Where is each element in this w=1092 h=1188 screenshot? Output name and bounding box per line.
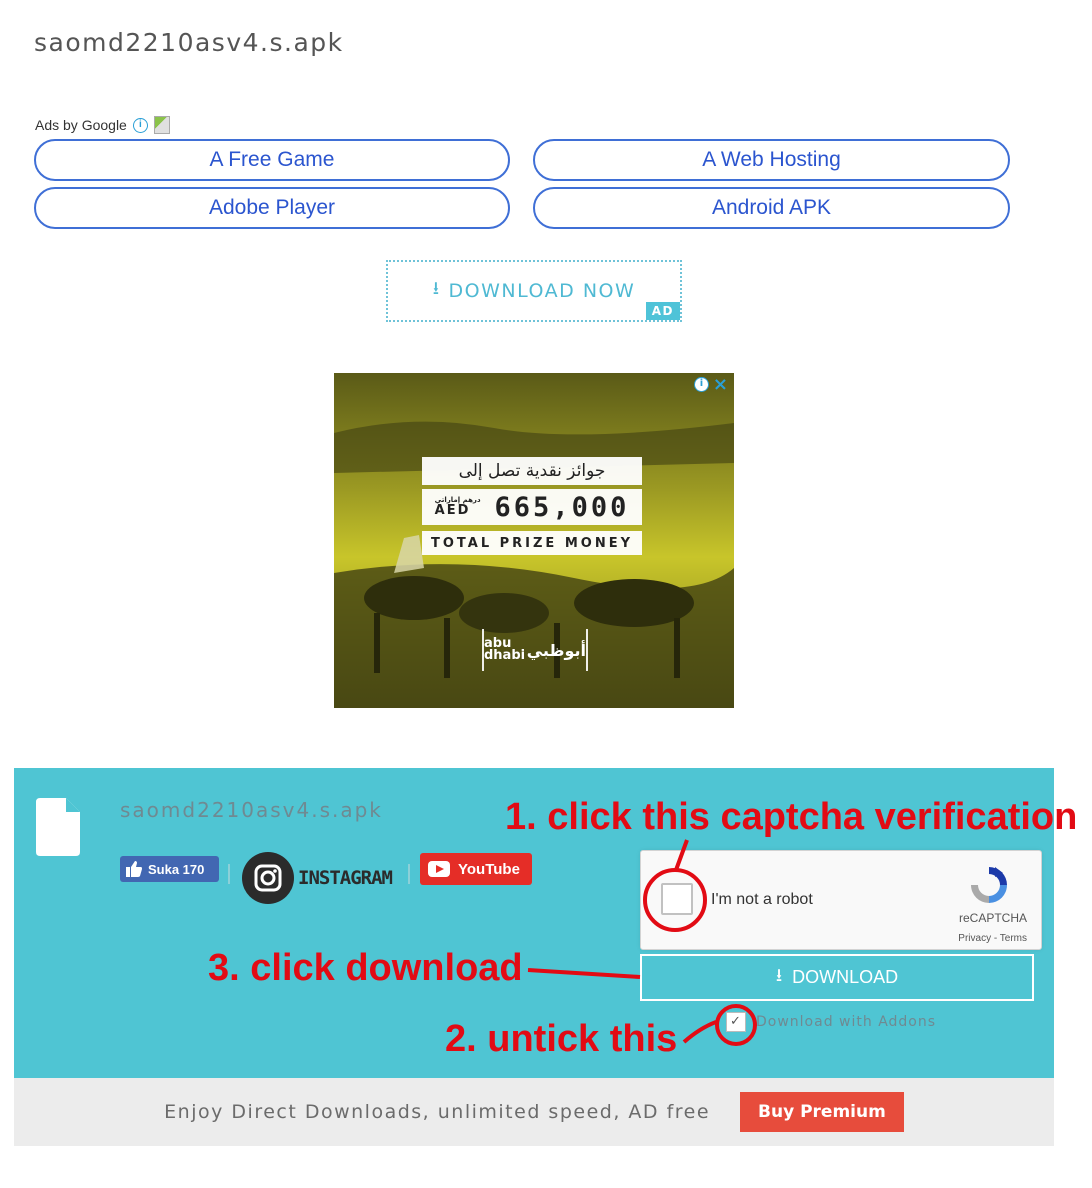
captcha-checkbox[interactable] xyxy=(661,883,693,915)
download-with-addons: ✓ Download with Addons xyxy=(726,1012,936,1032)
ad-link-free-game[interactable]: A Free Game xyxy=(34,139,510,181)
addons-label: Download with Addons xyxy=(756,1014,937,1030)
recaptcha-widget: I'm not a robot reCAPTCHA Privacy - Term… xyxy=(640,850,1042,950)
ad-link-adobe-player[interactable]: Adobe Player xyxy=(34,187,510,229)
captcha-label: I'm not a robot xyxy=(711,891,813,908)
abu-dhabi-logo: abu dhabi أبوظبي xyxy=(482,629,588,671)
ad-badge: AD xyxy=(645,302,680,320)
close-icon[interactable]: × xyxy=(713,376,728,394)
ad-link-web-hosting[interactable]: A Web Hosting xyxy=(533,139,1010,181)
instagram-icon xyxy=(242,852,294,904)
ad-info-icon[interactable]: i xyxy=(693,377,709,392)
panel-filename: saomd2210asv4.s.apk xyxy=(120,798,383,822)
thumbs-up-icon xyxy=(126,861,142,877)
annotation-step-2: 2. untick this xyxy=(445,1018,678,1060)
facebook-like-label: Suka 170 xyxy=(148,861,205,877)
brand-arabic: أبوظبي xyxy=(526,640,586,660)
recaptcha-logo-icon xyxy=(971,867,1007,903)
divider xyxy=(408,864,410,884)
currency-code: AED xyxy=(434,503,471,518)
addons-checkbox[interactable]: ✓ xyxy=(726,1012,746,1032)
youtube-label: YouTube xyxy=(458,860,520,878)
ad-info-icon[interactable]: i xyxy=(132,117,148,133)
divider xyxy=(228,864,230,884)
download-now-ad-button[interactable]: ⭳ DOWNLOAD NOW AD xyxy=(386,260,682,322)
file-icon xyxy=(36,798,80,856)
ad-choices[interactable]: i × xyxy=(693,376,728,394)
banner-ad[interactable]: i × جوائز نقدية تصل إلى درهم إماراتي AED… xyxy=(334,373,734,708)
buy-premium-button[interactable]: Buy Premium xyxy=(740,1092,904,1132)
total-prize-label: TOTAL PRIZE MONEY xyxy=(422,531,642,555)
page-title: saomd2210asv4.s.apk xyxy=(34,28,344,57)
brand-english: abu dhabi xyxy=(484,636,526,663)
download-arrow-icon: ⭳ xyxy=(432,278,441,299)
facebook-like-button[interactable]: Suka 170 xyxy=(120,856,219,882)
ads-label-text: Ads by Google xyxy=(35,117,127,133)
youtube-link[interactable]: YouTube xyxy=(420,853,532,885)
instagram-link[interactable]: INSTAGRAM xyxy=(242,852,400,904)
ad-link-android-apk[interactable]: Android APK xyxy=(533,187,1010,229)
instagram-label: INSTAGRAM xyxy=(298,867,393,889)
prize-amount: 665,000 xyxy=(494,491,630,523)
recaptcha-brand: reCAPTCHA xyxy=(958,911,1027,925)
currency-block: درهم إماراتي AED xyxy=(434,497,481,518)
annotation-step-1: 1. click this captcha verification xyxy=(505,796,1078,838)
annotation-step-3: 3. click download xyxy=(208,947,523,989)
download-now-label: DOWNLOAD NOW xyxy=(448,280,636,302)
prize-headline-arabic: جوائز نقدية تصل إلى xyxy=(422,457,642,485)
premium-bar: Enjoy Direct Downloads, unlimited speed,… xyxy=(14,1078,1054,1146)
broken-image-icon xyxy=(153,116,170,134)
prize-amount-box: درهم إماراتي AED 665,000 xyxy=(422,489,642,525)
ads-by-google-label: Ads by Google i xyxy=(35,116,170,134)
download-button-label: DOWNLOAD xyxy=(792,967,899,987)
download-button[interactable]: ⭳ DOWNLOAD xyxy=(640,954,1034,1001)
recaptcha-privacy-terms[interactable]: Privacy - Terms xyxy=(958,933,1027,944)
download-arrow-icon: ⭳ xyxy=(775,964,783,985)
youtube-play-icon xyxy=(428,861,450,877)
premium-text: Enjoy Direct Downloads, unlimited speed,… xyxy=(164,1101,711,1123)
